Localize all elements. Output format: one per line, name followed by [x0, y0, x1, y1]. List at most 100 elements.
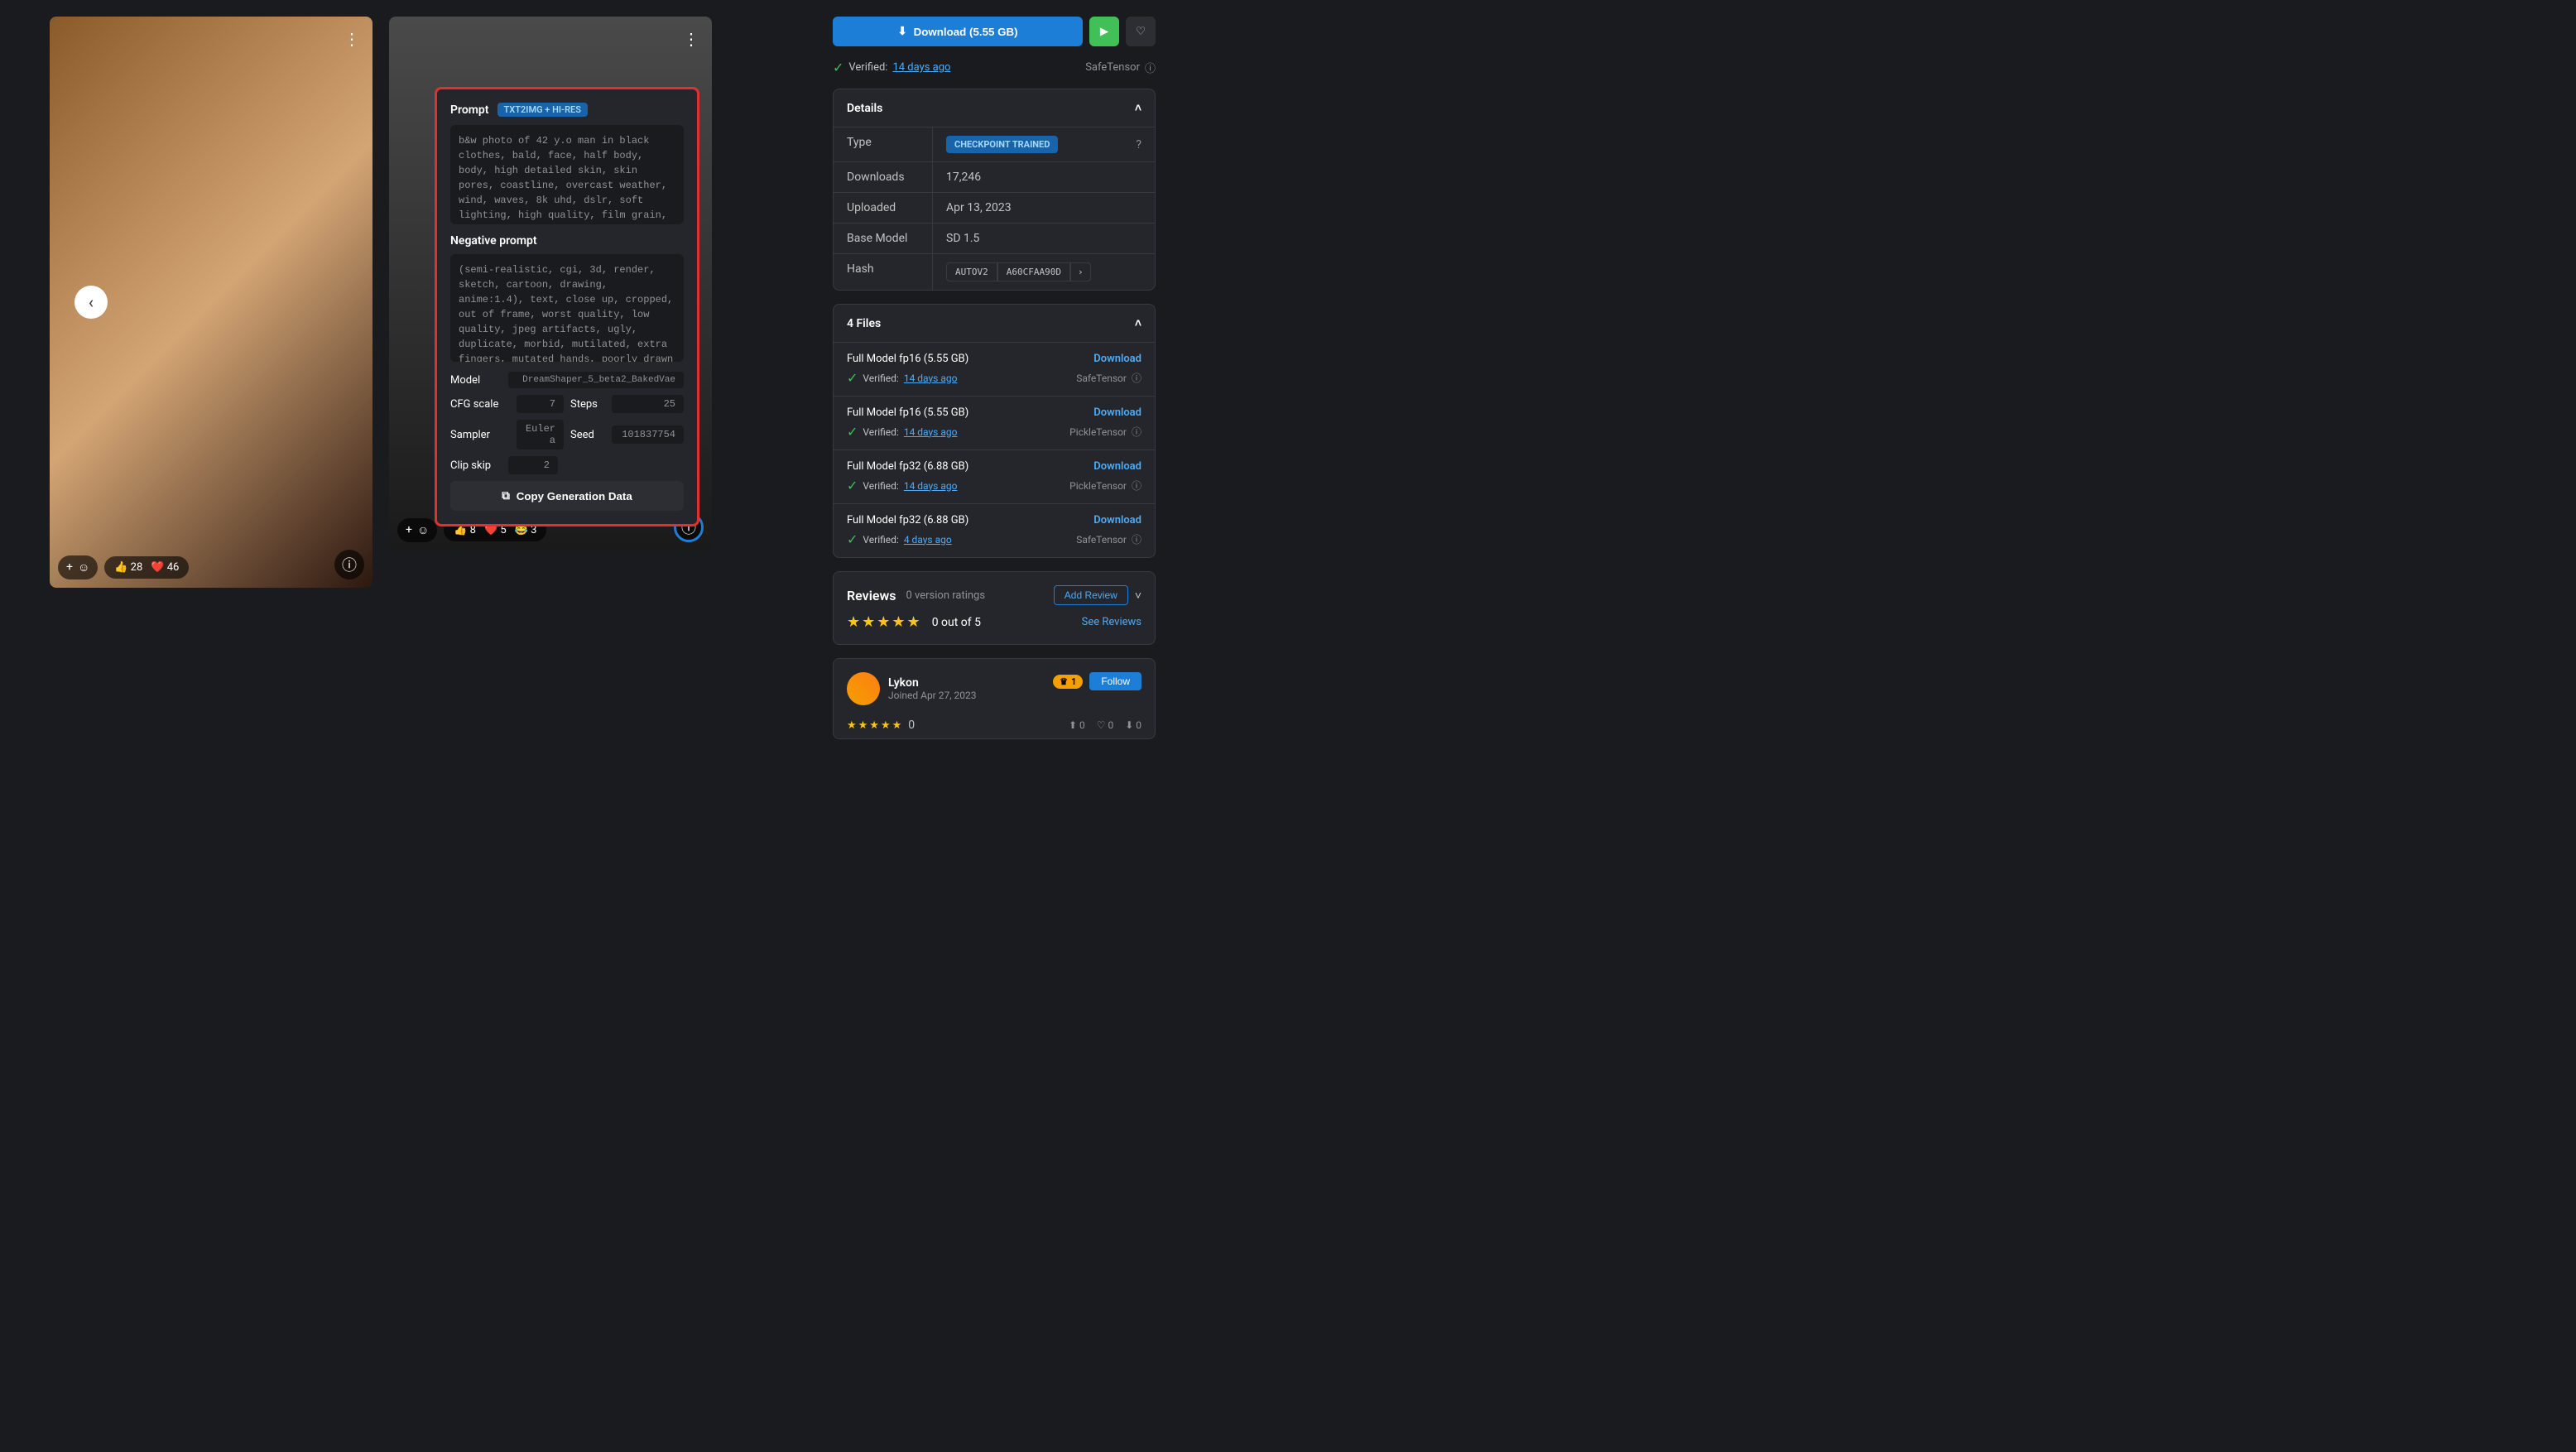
file-download-link[interactable]: Download	[1093, 514, 1141, 526]
reviews-title: Reviews	[847, 588, 896, 603]
chevron-down-icon[interactable]: ˅	[1135, 589, 1141, 603]
shield-icon: ✓	[833, 60, 843, 75]
play-button[interactable]: ▶	[1089, 17, 1119, 46]
download-button[interactable]: ⬇ Download (5.55 GB)	[833, 17, 1083, 46]
gallery-image-left[interactable]: ⋮ ‹ + ☺ 👍 28 ❤️ 46 ⓘ	[50, 17, 372, 588]
shield-icon: ✓	[847, 424, 858, 440]
creator-stars: ★★★★★	[847, 719, 903, 732]
file-item: Full Model fp32 (6.88 GB) Download ✓ Ver…	[834, 450, 1155, 503]
reviews-subtitle: 0 version ratings	[906, 589, 986, 602]
basemodel-value: SD 1.5	[933, 224, 1155, 253]
smile-icon: ☺	[78, 560, 89, 575]
rating-text: 0 out of 5	[932, 616, 981, 629]
file-download-link[interactable]: Download	[1093, 460, 1141, 473]
hash-label: Hash	[834, 254, 933, 290]
verified-time-link[interactable]: 4 days ago	[904, 534, 952, 546]
info-icon[interactable]: ⓘ	[1132, 425, 1141, 439]
chevron-up-icon: ˄	[1135, 316, 1141, 330]
file-download-link[interactable]: Download	[1093, 353, 1141, 365]
heart-stat: ♡ 0	[1097, 719, 1113, 731]
file-item: Full Model fp16 (5.55 GB) Download ✓ Ver…	[834, 396, 1155, 450]
type-label: Type	[834, 127, 933, 161]
download-stat: ⬇ 0	[1125, 719, 1141, 731]
steps-label: Steps	[570, 398, 603, 411]
hash-pills[interactable]: AUTOV2 A60CFAA90D ›	[946, 262, 1091, 281]
uploaded-value: Apr 13, 2023	[933, 193, 1155, 223]
crown-icon: ♛	[1060, 676, 1068, 687]
prompt-title: Prompt	[450, 103, 489, 117]
heart-icon: ♡	[1136, 25, 1146, 38]
details-panel: Details ˄ Type CHECKPOINT TRAINED ? Down…	[833, 89, 1156, 291]
heart-reaction[interactable]: ❤️ 46	[151, 561, 179, 574]
shield-icon: ✓	[847, 370, 858, 386]
favorite-button[interactable]: ♡	[1126, 17, 1156, 46]
clipskip-label: Clip skip	[450, 459, 500, 472]
sampler-label: Sampler	[450, 429, 508, 441]
file-name: Full Model fp16 (5.55 GB)	[847, 406, 968, 419]
cfg-value[interactable]: 7	[517, 395, 564, 413]
creator-avatar[interactable]	[847, 672, 880, 705]
thumbs-up-reaction[interactable]: 👍 28	[114, 561, 142, 574]
negative-prompt-text[interactable]: (semi-realistic, cgi, 3d, render, sketch…	[450, 254, 684, 362]
info-icon[interactable]: ⓘ	[334, 550, 364, 579]
add-review-button[interactable]: Add Review	[1054, 585, 1128, 605]
chevron-right-icon[interactable]: ›	[1070, 262, 1091, 281]
files-header[interactable]: 4 Files ˄	[834, 305, 1155, 342]
negative-prompt-title: Negative prompt	[450, 234, 684, 248]
download-icon: ⬇	[897, 25, 906, 38]
more-menu-icon[interactable]: ⋮	[679, 25, 704, 53]
file-name: Full Model fp32 (6.88 GB)	[847, 514, 968, 526]
model-label: Model	[450, 374, 500, 387]
prev-arrow-icon[interactable]: ‹	[74, 286, 108, 319]
copy-generation-button[interactable]: ⧉ Copy Generation Data	[450, 481, 684, 511]
add-reaction-button[interactable]: + ☺	[397, 518, 437, 542]
downloads-value: 17,246	[933, 162, 1155, 192]
verified-time-link[interactable]: 14 days ago	[904, 373, 958, 384]
plus-icon: +	[406, 523, 412, 537]
creator-name[interactable]: Lykon	[888, 676, 977, 690]
file-name: Full Model fp16 (5.55 GB)	[847, 353, 968, 365]
prompt-type-badge: TXT2IMG + HI-RES	[497, 103, 588, 117]
follow-button[interactable]: Follow	[1089, 672, 1141, 690]
files-panel: 4 Files ˄ Full Model fp16 (5.55 GB) Down…	[833, 304, 1156, 558]
reviews-panel: Reviews 0 version ratings Add Review ˅ ★…	[833, 571, 1156, 645]
more-menu-icon[interactable]: ⋮	[339, 25, 364, 53]
file-download-link[interactable]: Download	[1093, 406, 1141, 419]
add-reaction-button[interactable]: + ☺	[58, 555, 98, 579]
cfg-label: CFG scale	[450, 398, 508, 411]
info-icon[interactable]: ⓘ	[1145, 60, 1156, 75]
model-value[interactable]: DreamShaper_5_beta2_BakedVae	[508, 372, 684, 388]
uploaded-label: Uploaded	[834, 193, 933, 223]
clipskip-value[interactable]: 2	[508, 456, 558, 474]
copy-icon: ⧉	[502, 489, 510, 502]
plus-icon: +	[66, 560, 73, 575]
creator-joined: Joined Apr 27, 2023	[888, 690, 977, 701]
prompt-panel: Prompt TXT2IMG + HI-RES b&w photo of 42 …	[435, 87, 699, 526]
verified-time-link[interactable]: 14 days ago	[892, 61, 950, 74]
chevron-up-icon: ˄	[1135, 101, 1141, 115]
file-name: Full Model fp32 (6.88 GB)	[847, 460, 968, 473]
hash-type: AUTOV2	[946, 262, 997, 281]
verified-time-link[interactable]: 14 days ago	[904, 480, 958, 492]
prompt-text[interactable]: b&w photo of 42 y.o man in black clothes…	[450, 125, 684, 224]
sampler-value[interactable]: Euler a	[517, 420, 564, 450]
help-icon[interactable]: ?	[1136, 138, 1141, 151]
info-icon[interactable]: ⓘ	[1132, 532, 1141, 546]
steps-value[interactable]: 25	[612, 395, 684, 413]
creator-panel: Lykon Joined Apr 27, 2023 ♛ 1 Follow ★★★…	[833, 658, 1156, 739]
shield-icon: ✓	[847, 531, 858, 547]
see-reviews-link[interactable]: See Reviews	[1082, 616, 1141, 628]
details-header[interactable]: Details ˄	[834, 89, 1155, 127]
info-icon[interactable]: ⓘ	[1132, 371, 1141, 385]
play-icon: ▶	[1100, 25, 1108, 38]
gallery-image-right[interactable]: ⋮ Prompt TXT2IMG + HI-RES b&w photo of 4…	[389, 17, 712, 551]
info-icon[interactable]: ⓘ	[1132, 478, 1141, 493]
crown-badge: ♛ 1	[1053, 675, 1083, 689]
downloads-label: Downloads	[834, 162, 933, 192]
seed-label: Seed	[570, 429, 603, 441]
seed-value[interactable]: 101837754	[612, 426, 684, 444]
star-rating[interactable]: ★★★★★	[847, 613, 922, 631]
shield-icon: ✓	[847, 478, 858, 493]
verified-time-link[interactable]: 14 days ago	[904, 426, 958, 438]
upload-stat: ⬆ 0	[1069, 719, 1085, 731]
